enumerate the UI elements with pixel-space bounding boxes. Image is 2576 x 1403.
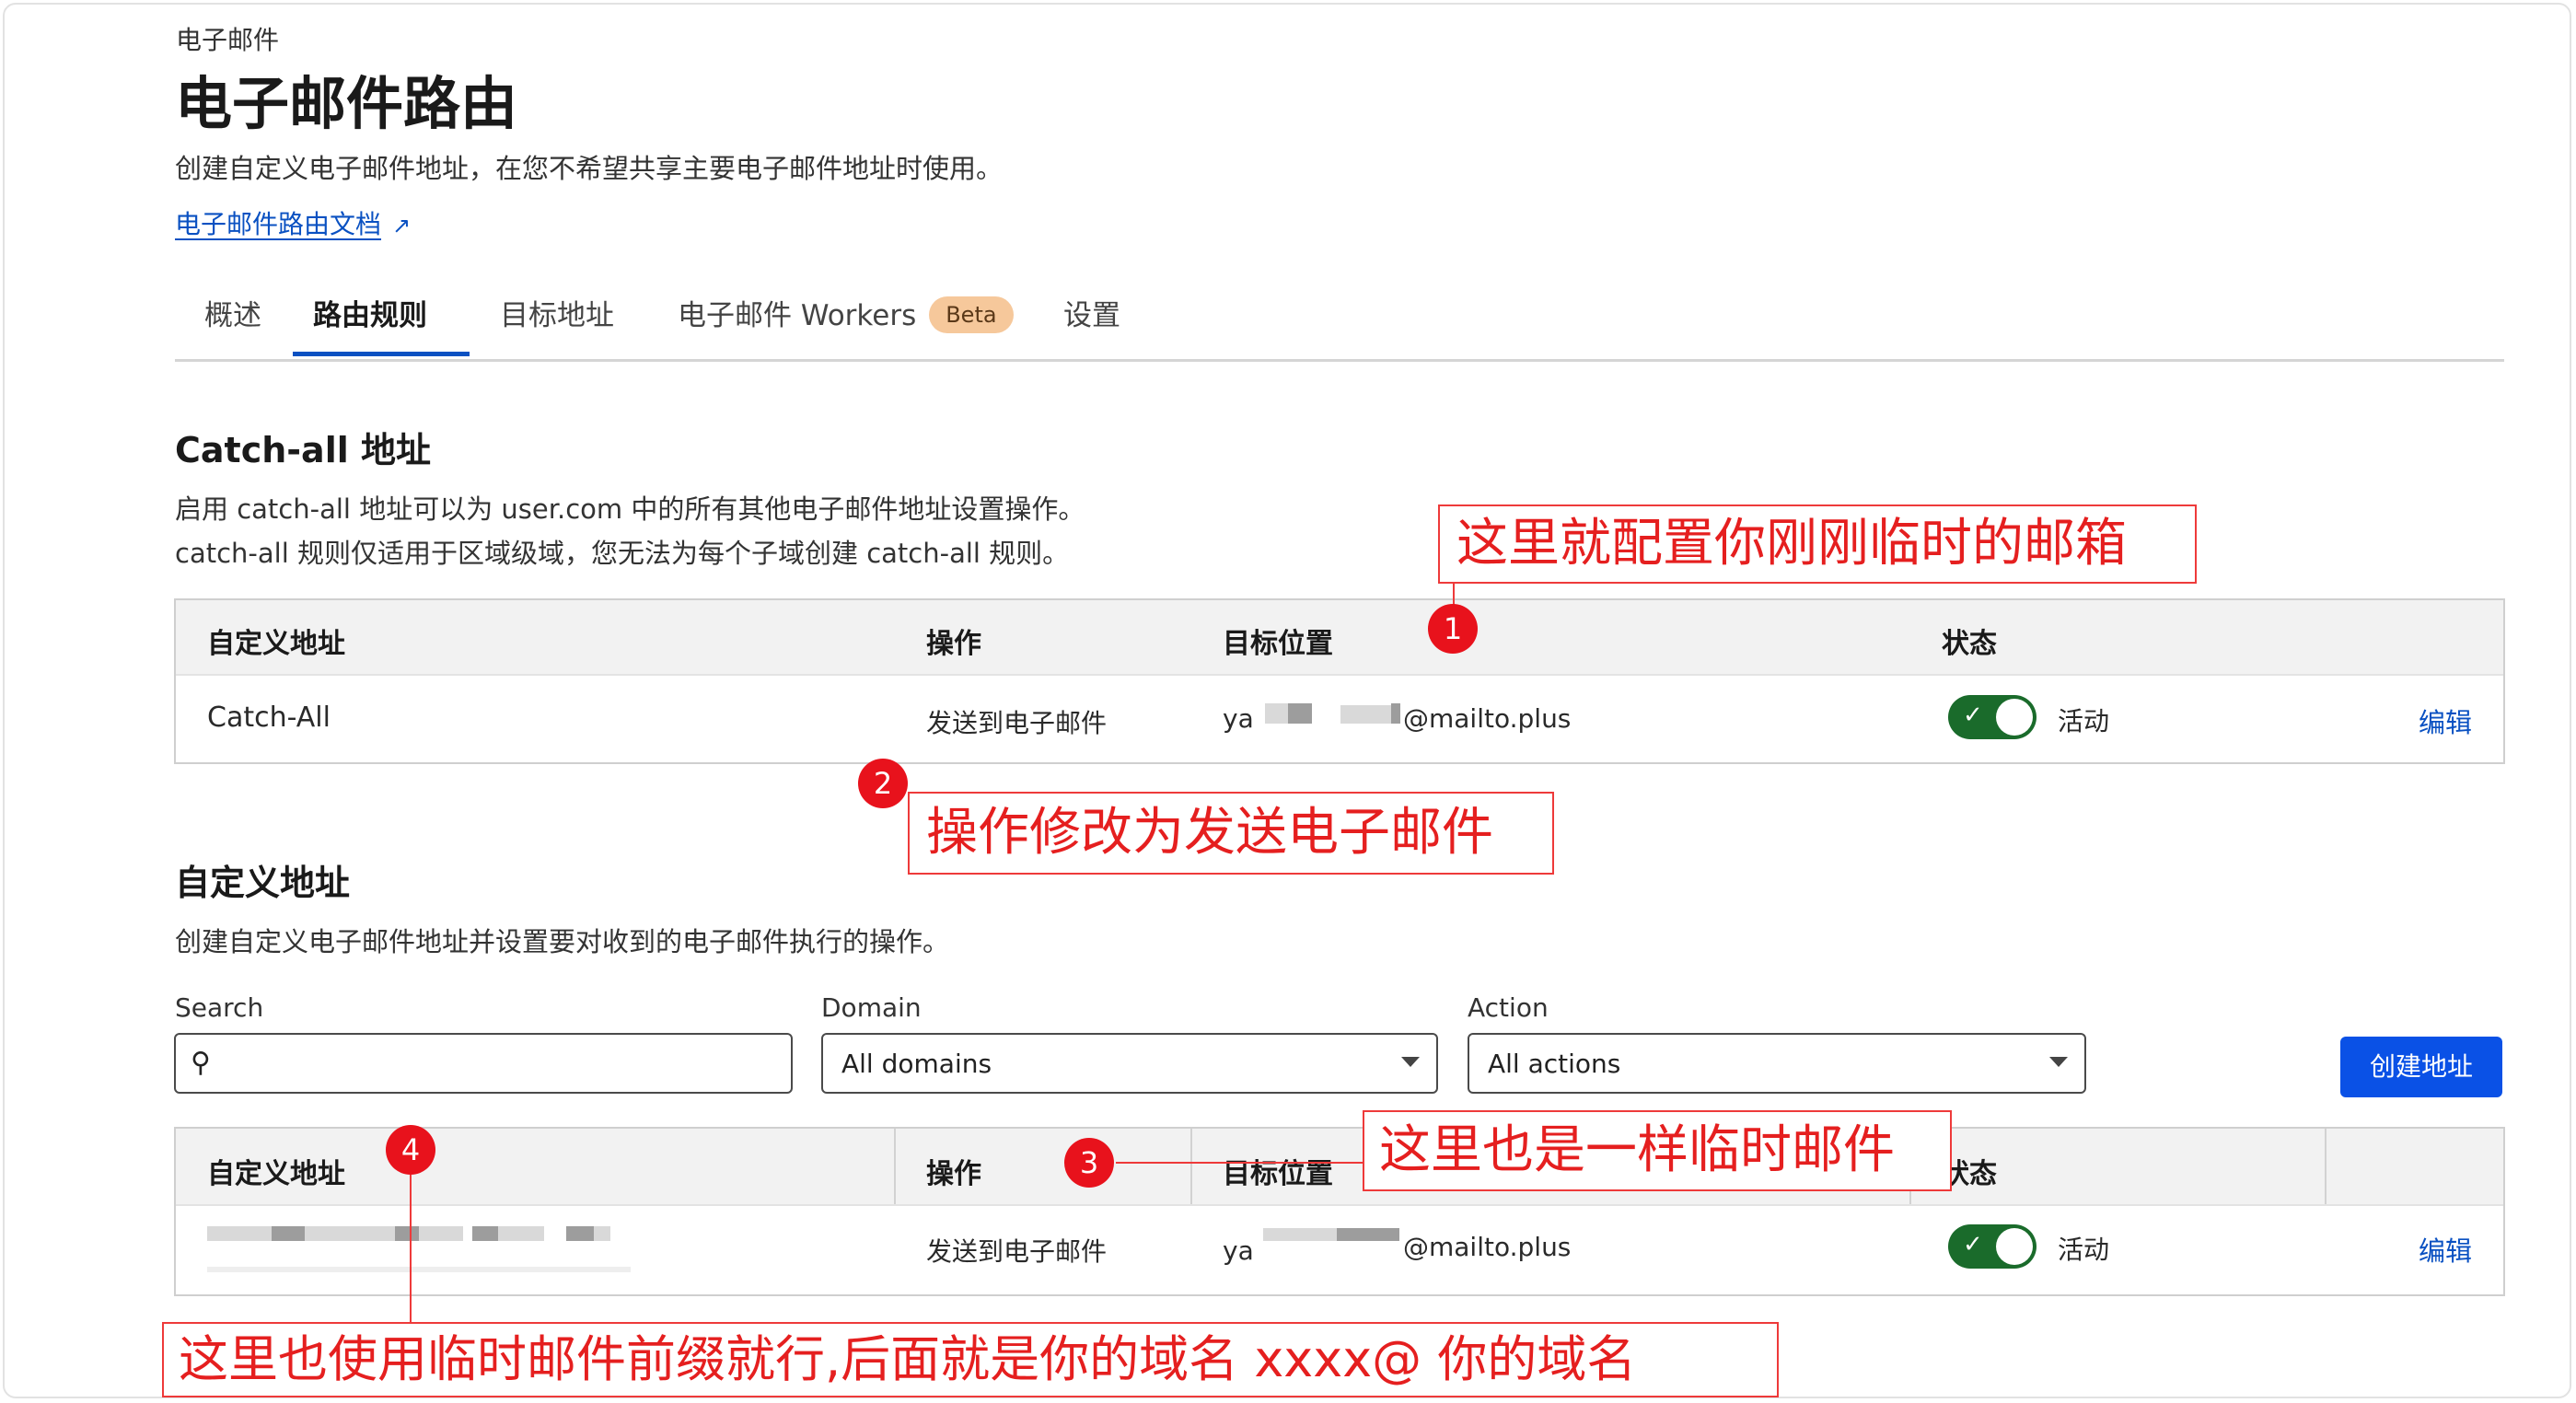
redacted-block (1391, 703, 1400, 724)
annotation-badge-1: 1 (1428, 604, 1478, 654)
page-description: 创建自定义电子邮件地址，在您不希望共享主要电子邮件地址时使用。 (175, 153, 1004, 184)
tab-email-workers-label[interactable]: 电子邮件 Workers (678, 299, 916, 332)
beta-badge: Beta (929, 296, 1014, 333)
annotation-badge-3: 3 (1064, 1138, 1114, 1188)
doc-link[interactable]: 电子邮件路由文档 ↗ (175, 204, 411, 241)
check-icon: ✓ (1963, 702, 1983, 729)
annotation-leader-line (410, 1175, 412, 1324)
custom-table-header: 自定义地址 操作 目标位置 状态 (176, 1129, 2503, 1206)
column-destination: 目标位置 (1223, 628, 1333, 660)
redacted-address (566, 1226, 594, 1241)
redacted-address (207, 1267, 631, 1272)
column-divider (2325, 1129, 2327, 1204)
catch-all-table: 自定义地址 操作 目标位置 状态 Catch-All 发送到电子邮件 ya @m… (174, 598, 2505, 764)
tab-overview[interactable]: 概述 (204, 293, 261, 359)
tab-settings[interactable]: 设置 (1063, 293, 1120, 359)
custom-row-dest-suffix: @mailto.plus (1403, 1232, 1572, 1262)
tab-email-workers[interactable]: 电子邮件 Workers Beta (678, 293, 1014, 359)
action-select[interactable]: All actions (1468, 1033, 2086, 1094)
annotation-badge-4: 4 (386, 1125, 435, 1175)
redacted-address (395, 1226, 419, 1241)
catch-all-status-toggle[interactable]: ✓ (1948, 695, 2036, 739)
breadcrumb[interactable]: 电子邮件 (176, 20, 279, 57)
search-input[interactable]: ⚲ (174, 1033, 793, 1094)
action-label: Action (1468, 992, 1549, 1023)
external-link-icon: ↗ (392, 213, 412, 238)
search-icon: ⚲ (191, 1047, 211, 1079)
doc-link-label[interactable]: 电子邮件路由文档 (175, 209, 381, 239)
column-divider (1190, 1129, 1192, 1204)
domain-label: Domain (821, 992, 922, 1023)
catch-all-action: 发送到电子邮件 (926, 708, 1108, 738)
redacted-block (1340, 705, 1396, 724)
page-title: 电子邮件路由 (175, 70, 518, 137)
redacted-address (305, 1226, 395, 1241)
annotation-badge-2: 2 (858, 759, 908, 808)
domain-select-value: All domains (841, 1049, 992, 1079)
custom-row-status-toggle[interactable]: ✓ (1948, 1224, 2036, 1269)
toggle-knob (1996, 1228, 2033, 1265)
annotation-2: 操作修改为发送电子邮件 (908, 792, 1554, 875)
column-action: 操作 (926, 628, 981, 660)
redacted-block (1288, 703, 1312, 724)
redacted-address (472, 1226, 498, 1241)
catch-all-heading: Catch-all 地址 (175, 430, 431, 470)
catch-all-table-header: 自定义地址 操作 目标位置 状态 (176, 600, 2503, 676)
catch-all-dest-prefix: ya (1223, 703, 1254, 734)
redacted-address (272, 1226, 305, 1241)
custom-address-heading: 自定义地址 (175, 863, 351, 903)
redacted-block (1296, 1228, 1337, 1241)
domain-select[interactable]: All domains (821, 1033, 1438, 1094)
column-custom-address: 自定义地址 (207, 628, 345, 660)
custom-row-dest-prefix: ya (1223, 1235, 1254, 1266)
custom-row-status-label: 活动 (2058, 1235, 2110, 1265)
check-icon: ✓ (1963, 1231, 1983, 1258)
custom-address-table: 自定义地址 操作 目标位置 状态 发送到电子邮件 ya @mailto.plus… (174, 1127, 2505, 1296)
catch-all-address: Catch-All (207, 702, 331, 734)
redacted-address (419, 1226, 463, 1241)
column-action: 操作 (926, 1158, 981, 1190)
toggle-knob (1996, 699, 2033, 736)
chevron-down-icon (1401, 1057, 1420, 1067)
tab-destination-addresses[interactable]: 目标地址 (500, 293, 614, 359)
custom-address-desc: 创建自定义电子邮件地址并设置要对收到的电子邮件执行的操作。 (175, 926, 950, 957)
column-divider (894, 1129, 896, 1204)
column-custom-address: 自定义地址 (207, 1158, 345, 1190)
annotation-4: 这里也使用临时邮件前缀就行,后面就是你的域名 xxxx@ 你的域名 (162, 1322, 1779, 1397)
redacted-block (1263, 1228, 1296, 1241)
catch-all-dest-suffix: @mailto.plus (1403, 703, 1572, 734)
catch-all-status-label: 活动 (2058, 706, 2110, 736)
catch-all-desc-1: 启用 catch-all 地址可以为 user.com 中的所有其他电子邮件地址… (175, 493, 1085, 525)
tab-routing-rules[interactable]: 路由规则 (293, 293, 470, 356)
annotation-1: 这里就配置你刚刚临时的邮箱 (1438, 504, 2197, 584)
catch-all-desc-2: catch-all 规则仅适用于区域级域，您无法为每个子域创建 catch-al… (175, 538, 1070, 569)
search-label: Search (175, 992, 264, 1023)
catch-all-edit-link[interactable]: 编辑 (2419, 702, 2472, 740)
custom-row-edit-link[interactable]: 编辑 (2419, 1230, 2472, 1269)
column-destination: 目标位置 (1223, 1158, 1333, 1190)
redacted-address (207, 1226, 272, 1241)
tab-bar: 概述 路由规则 目标地址 电子邮件 Workers Beta 设置 (175, 293, 2504, 362)
redacted-address (498, 1226, 544, 1241)
annotation-leader-line (1116, 1162, 1364, 1164)
create-address-button[interactable]: 创建地址 (2340, 1037, 2502, 1097)
annotation-3: 这里也是一样临时邮件 (1363, 1110, 1952, 1191)
custom-row-action: 发送到电子邮件 (926, 1236, 1108, 1267)
column-status: 状态 (1942, 628, 1997, 660)
redacted-address (594, 1226, 610, 1241)
redacted-block (1337, 1228, 1399, 1241)
chevron-down-icon (2049, 1057, 2068, 1067)
action-select-value: All actions (1488, 1049, 1621, 1079)
